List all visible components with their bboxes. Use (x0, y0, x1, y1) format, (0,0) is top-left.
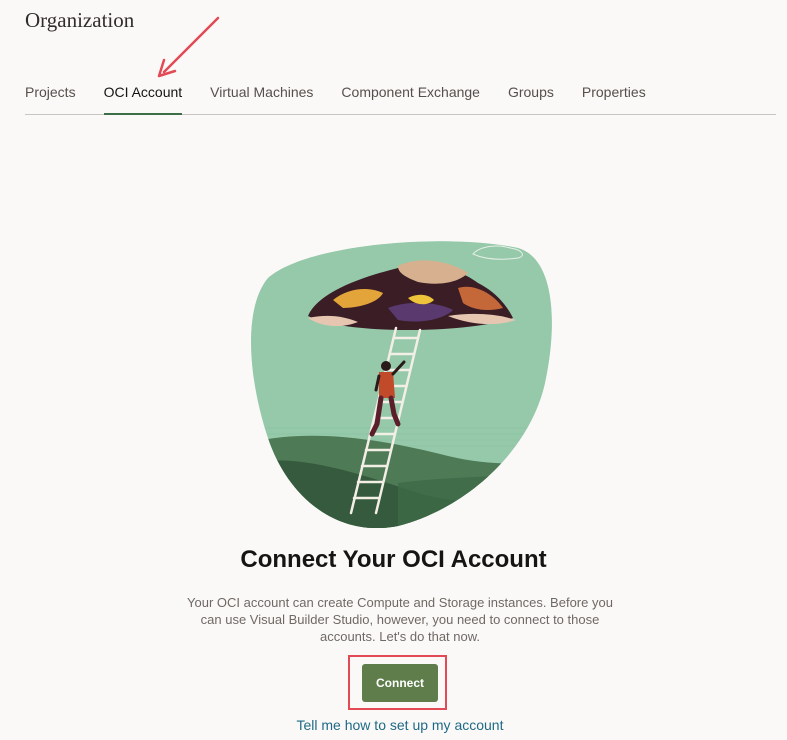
tab-virtual-machines[interactable]: Virtual Machines (210, 76, 313, 114)
tab-component-exchange[interactable]: Component Exchange (341, 76, 480, 114)
tab-bar: Projects OCI Account Virtual Machines Co… (25, 76, 776, 115)
annotation-arrow-icon (157, 16, 220, 78)
setup-help-link[interactable]: Tell me how to set up my account (0, 717, 787, 733)
tab-projects[interactable]: Projects (25, 76, 76, 114)
page-title: Organization (25, 8, 135, 32)
empty-state-heading: Connect Your OCI Account (240, 546, 547, 573)
connect-button[interactable]: Connect (362, 664, 438, 702)
empty-state-description: Your OCI account can create Compute and … (187, 595, 613, 644)
tab-groups[interactable]: Groups (508, 76, 554, 114)
page: Organization Projects OCI Account Virtua… (0, 0, 787, 740)
person-climbing-ladder-illustration (251, 241, 552, 528)
tab-oci-account[interactable]: OCI Account (103, 76, 182, 115)
tab-properties[interactable]: Properties (582, 76, 646, 114)
